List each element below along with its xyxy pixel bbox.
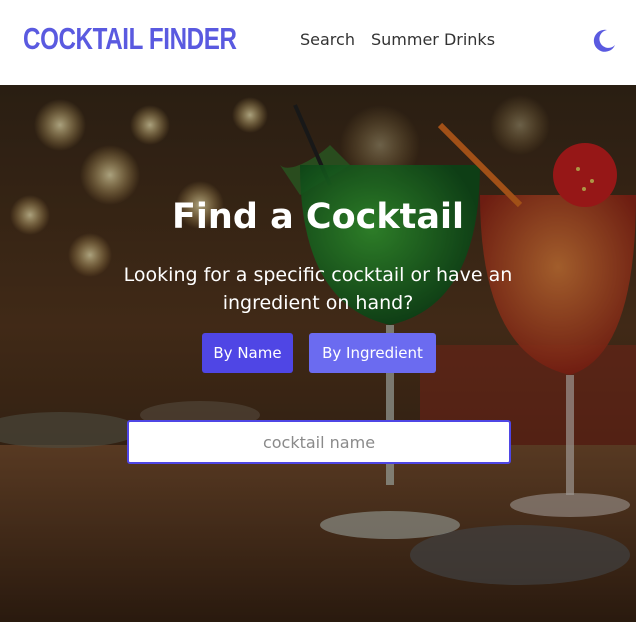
hero-section: Find a Cocktail Looking for a specific c…	[0, 85, 636, 622]
brand-logo[interactable]: COCKTAIL FINDER	[23, 20, 237, 58]
nav-link-summer-drinks[interactable]: Summer Drinks	[371, 30, 495, 50]
nav-link-search[interactable]: Search	[300, 30, 355, 50]
hero-title: Find a Cocktail	[172, 197, 464, 237]
by-ingredient-button[interactable]: By Ingredient	[309, 333, 436, 373]
cocktail-search-input[interactable]	[127, 420, 511, 464]
search-mode-buttons: By Name By Ingredient	[202, 333, 436, 373]
by-name-button[interactable]: By Name	[202, 333, 293, 373]
hero-subtitle: Looking for a specific cocktail or have …	[123, 264, 513, 314]
moon-icon	[593, 29, 615, 52]
nav-links: Search Summer Drinks	[300, 30, 495, 50]
navbar: COCKTAIL FINDER Search Summer Drinks	[0, 0, 636, 85]
theme-toggle-button[interactable]	[588, 26, 618, 56]
